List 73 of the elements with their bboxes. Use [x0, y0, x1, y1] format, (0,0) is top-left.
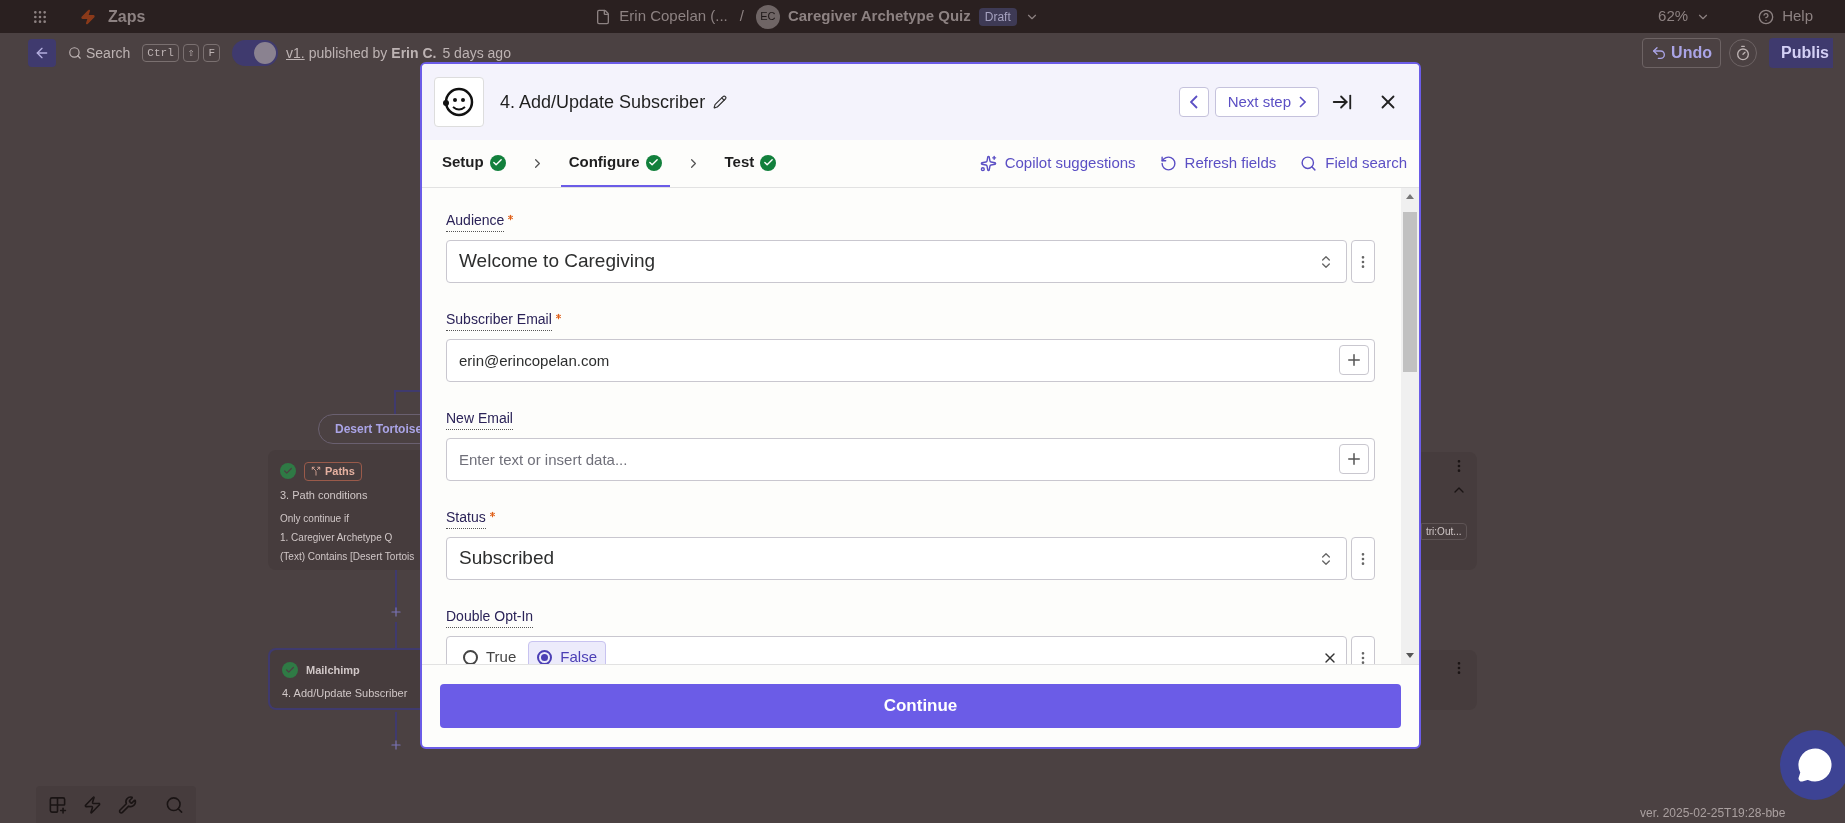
radio-option[interactable]: False — [528, 641, 606, 664]
path-step-card[interactable]: Paths 3. Path conditions Only continue if 1. Caregiver Archetype Q (Text) Contains [Desert Tortois — [268, 450, 420, 570]
version-text: ver. 2025-02-25T19:28-bbe — [1640, 805, 1786, 822]
keyboard-key: ⇧ — [182, 43, 200, 63]
search-button[interactable]: Search — [68, 42, 131, 64]
zoom-level[interactable]: 62% — [1658, 5, 1689, 28]
search-icon — [1300, 155, 1318, 172]
document-icon — [595, 8, 612, 25]
rule-field: 1. Caregiver Archetype Q — [280, 530, 420, 545]
step-tab[interactable]: Test — [716, 140, 785, 187]
step-tab[interactable]: Configure — [560, 140, 670, 187]
field-label: Audience — [446, 210, 505, 232]
user-avatar: EC — [755, 4, 780, 29]
toolbar-link[interactable]: Field search — [1300, 140, 1407, 187]
step-tab[interactable]: Setup — [434, 140, 514, 187]
action-step-card[interactable]: Mailchimp 4. Add/Update Subscriber — [268, 648, 420, 710]
sparkle-icon — [979, 155, 997, 172]
step-title: 4. Add/Update Subscriber — [282, 685, 409, 701]
previous-step-button[interactable] — [1178, 87, 1209, 117]
input-field[interactable]: Enter text or insert data... — [446, 438, 1375, 481]
publish-button[interactable]: Publis — [1769, 38, 1833, 68]
split-icon — [311, 466, 321, 477]
lightning-icon — [80, 8, 96, 25]
dialog-title: 4. Add/Update Subscriber — [500, 90, 706, 114]
back-button[interactable] — [28, 39, 56, 67]
apps-grid-icon[interactable] — [32, 8, 48, 25]
status-badge: Draft — [978, 7, 1017, 26]
help-link[interactable]: Help — [1782, 5, 1813, 28]
author-name: Erin C. — [391, 43, 437, 63]
scroll-up-arrow-icon[interactable] — [1406, 194, 1414, 199]
next-step-button[interactable]: Next step — [1214, 87, 1319, 117]
chat-bubble-icon — [1797, 747, 1833, 783]
field-label: Double Opt-In — [446, 606, 534, 628]
keyboard-key: F — [203, 43, 220, 63]
rule-text: (Text) Contains [Desert Tortois — [280, 550, 416, 564]
chevron-left-icon — [1189, 95, 1198, 109]
rule-heading: Only continue if — [280, 512, 350, 526]
input-field[interactable]: erin@erincopelan.com — [446, 339, 1375, 382]
folder-link[interactable]: Erin Copelan (... — [619, 5, 728, 28]
toolbar-link[interactable]: Refresh fields — [1159, 140, 1277, 187]
edit-pencil-icon[interactable] — [713, 95, 728, 109]
select-field[interactable]: Welcome to Caregiving — [446, 240, 1347, 283]
app-name[interactable]: Zaps — [108, 4, 146, 29]
step-title: 3. Path conditions — [280, 487, 369, 503]
select-field[interactable]: Subscribed — [446, 537, 1347, 580]
radio-option[interactable]: True — [455, 641, 525, 664]
refresh-icon — [1159, 155, 1177, 172]
zap-title[interactable]: Caregiver Archetype Quiz — [787, 5, 971, 28]
toolbar-link[interactable]: Copilot suggestions — [979, 140, 1136, 187]
undo-button[interactable]: Undo — [1642, 38, 1721, 68]
plus-icon — [1345, 351, 1363, 369]
app-badge: Paths — [304, 462, 362, 481]
breadcrumb-separator: / — [739, 6, 744, 27]
insert-data-button[interactable] — [1339, 345, 1369, 375]
app-name: Mailchimp — [306, 663, 360, 678]
insert-data-button[interactable] — [1339, 444, 1369, 474]
version-link[interactable]: v1. — [286, 42, 305, 64]
scroll-down-arrow-icon[interactable] — [1406, 653, 1414, 658]
continue-button[interactable]: Continue — [440, 684, 1401, 728]
chevron-right-icon — [1299, 96, 1306, 108]
plus-icon — [1345, 450, 1363, 468]
scrollbar[interactable] — [1401, 188, 1419, 664]
field-label: Subscriber Email — [446, 309, 552, 331]
published-by-text: published by — [308, 43, 388, 63]
timer-icon — [1735, 45, 1751, 61]
undo-icon — [1651, 45, 1668, 61]
keyboard-key: Ctrl — [142, 43, 179, 63]
field-label: New Email — [446, 408, 513, 430]
published-time: 5 days ago — [442, 43, 511, 63]
help-icon — [1758, 8, 1775, 25]
toggle-switch[interactable] — [232, 40, 278, 66]
field-label: Status — [446, 507, 486, 529]
search-icon — [68, 46, 82, 60]
